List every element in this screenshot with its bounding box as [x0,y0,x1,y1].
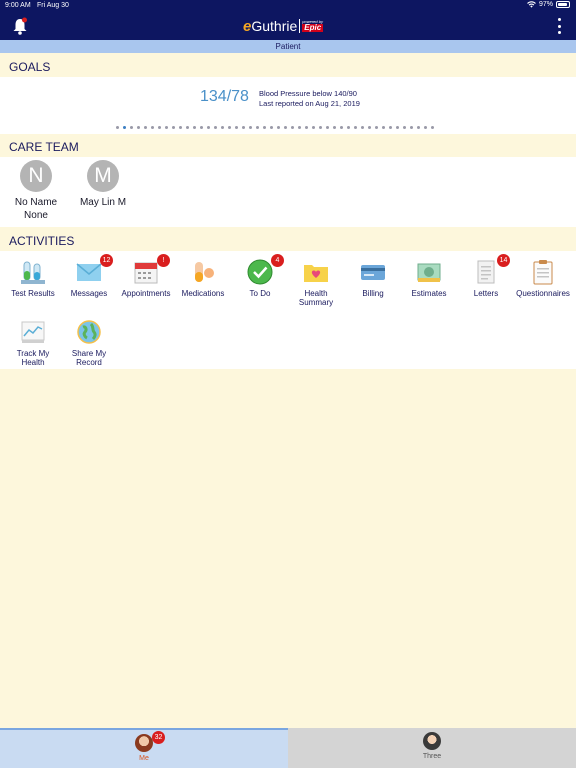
avatar: N [20,160,52,192]
activity-track-my-health[interactable]: Track My Health [4,318,62,367]
member-role: None [24,210,48,221]
activity-label: Track My Health [16,349,50,367]
bottom-tab-bar: 32 Me Three [0,728,576,768]
status-bar: 9:00 AM Fri Aug 30 97% [0,0,576,12]
letters-badge: 14 [497,254,510,267]
clipboard-icon [529,258,557,286]
activity-medications[interactable]: Medications [174,258,232,298]
activity-letters[interactable]: 14 Letters [457,254,515,298]
letter-icon: 14 [472,254,510,286]
wifi-icon [527,1,536,8]
messages-badge: 12 [100,254,113,267]
avatar: M [87,160,119,192]
goal-title[interactable]: Blood Pressure below 140/90 [259,89,357,98]
member-name: May Lin M [79,197,127,208]
activity-messages[interactable]: 12 Messages [60,254,118,298]
tab-me[interactable]: 32 Me [0,728,288,768]
app-header: e Guthrie powered by Epic [0,12,576,40]
activity-appointments[interactable]: ! Appointments [117,254,175,298]
folder-heart-icon [302,258,330,286]
avatar: 32 [135,731,165,752]
goals-page-indicator[interactable] [116,126,434,129]
activity-test-results[interactable]: Test Results [4,258,62,298]
activity-label: Billing [362,289,384,298]
activity-label: Estimates [411,289,447,298]
eguthrie-logo: e Guthrie powered by Epic [243,17,324,35]
activity-label: Messages [70,289,108,298]
activity-label: Test Results [11,289,55,298]
checkmark-icon: 4 [246,254,284,286]
care-team-member[interactable]: M May Lin M [63,160,143,209]
patient-bar: Patient [0,40,576,53]
activity-label: Health Summary [298,289,334,307]
goal-last-reported: Last reported on Aug 21, 2019 [259,99,360,108]
activity-label: Share My Record [71,349,107,367]
bell-icon[interactable] [12,17,28,35]
globe-icon [75,318,103,346]
appointments-badge: ! [157,254,170,267]
battery-percent: 97% [538,1,553,8]
goals-heading: GOALS [0,55,576,77]
care-team-heading: CARE TEAM [0,135,576,157]
avatar [423,732,441,750]
activities-heading: ACTIVITIES [0,229,576,251]
more-options-icon[interactable] [556,18,562,34]
activity-billing[interactable]: Billing [344,258,402,298]
tab-label: Me [139,755,149,762]
to-do-badge: 4 [271,254,284,267]
status-date: Fri Aug 30 [37,2,69,9]
activity-questionnaires[interactable]: Questionnaires [514,258,572,298]
test-tubes-icon [19,258,47,286]
tab-three[interactable]: Three [288,728,576,768]
envelope-icon: 12 [75,254,113,286]
activity-label: To Do [249,289,271,298]
tab-label: Three [422,753,442,760]
activity-label: Appointments [121,289,171,298]
goal-value[interactable]: 134/78 [200,88,249,106]
activity-label: Questionnaires [516,289,570,298]
credit-card-icon [359,258,387,286]
activity-health-summary[interactable]: Health Summary [287,258,345,307]
activity-label: Medications [181,289,225,298]
activity-share-my-record[interactable]: Share My Record [60,318,118,367]
activity-to-do[interactable]: 4 To Do [231,254,289,298]
pill-icon [189,258,217,286]
activity-estimates[interactable]: Estimates [400,258,458,298]
me-notifications-badge: 32 [152,731,165,744]
calendar-icon: ! [132,254,170,286]
battery-icon [556,1,570,8]
money-icon [415,258,443,286]
status-time: 9:00 AM [5,2,31,9]
chart-icon [19,318,47,346]
activity-label: Letters [473,289,499,298]
